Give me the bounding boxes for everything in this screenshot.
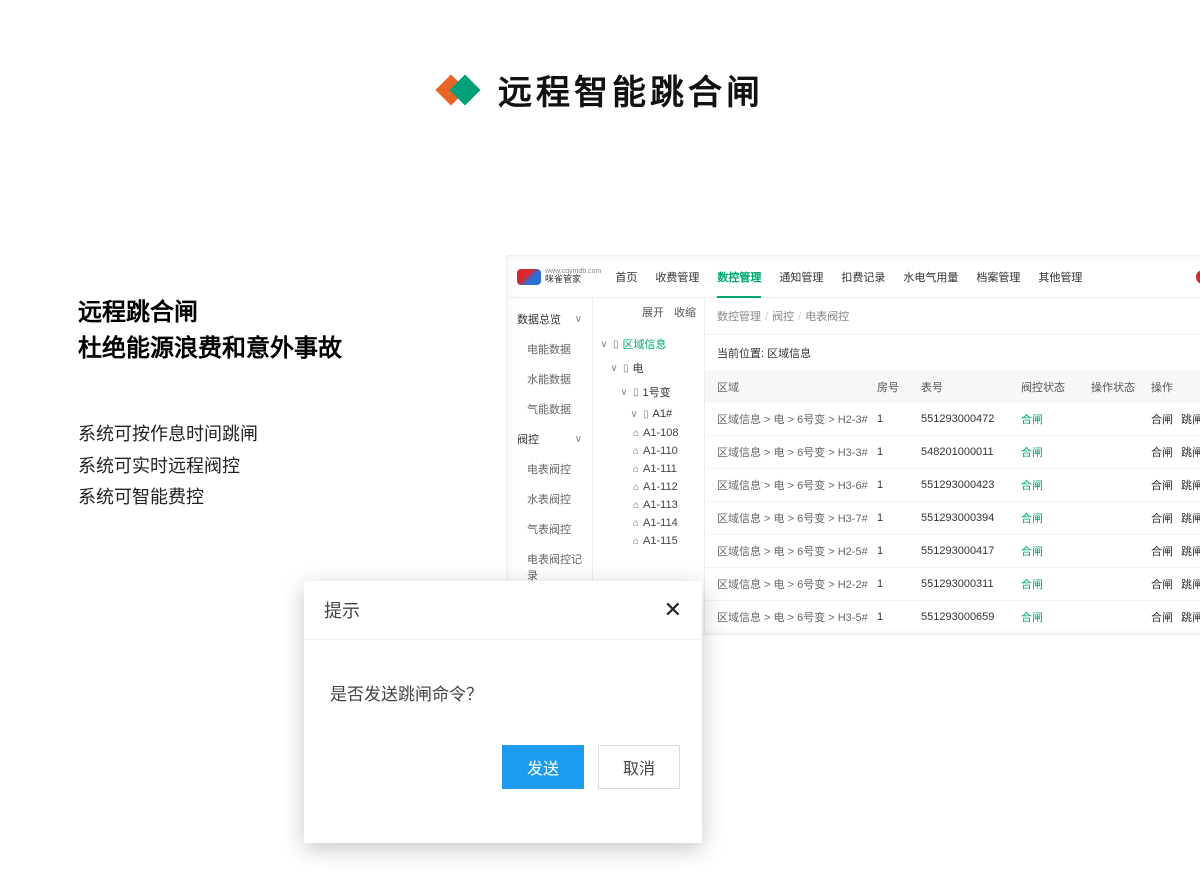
trip-switch-link[interactable]: 跳闸 [1181,576,1200,592]
table-row: 区域信息 > 电 > 6号变 > H3-5#1551293000659合闸合闸跳… [705,601,1200,634]
sidebar-item[interactable]: 气表阀控 [507,514,592,544]
home-icon: ⌂ [633,500,639,511]
tree-leaf[interactable]: ⌂A1-111 [593,460,704,478]
tree-node[interactable]: ∨▯1号变 [593,380,704,404]
trip-switch-link[interactable]: 跳闸 [1181,444,1200,460]
close-icon[interactable]: ✕ [664,597,682,623]
building-icon: ▯ [633,387,639,398]
close-switch-link[interactable]: 合闸 [1151,576,1173,592]
brand-text: www.cqymdb.com咪雀管家 [545,268,601,285]
breadcrumb: 数控管理/阀控/电表阀控 [705,298,1200,335]
tree-leaf[interactable]: ⌂A1-115 [593,532,704,550]
dialog-title: 提示 [324,597,360,623]
mk-line: 系统可按作息时间跳闸 [78,419,342,451]
trip-switch-link[interactable]: 跳闸 [1181,543,1200,559]
logo-icon [436,74,480,106]
cancel-button[interactable]: 取消 [598,745,680,789]
home-icon: ⌂ [633,464,639,475]
mk-h1-line2: 杜绝能源浪费和意外事故 [78,335,342,362]
nav-item[interactable]: 其他管理 [1038,256,1082,298]
mk-h1-line1: 远程跳合闸 [78,299,198,326]
top-nav: www.cqymdb.com咪雀管家 首页收费管理数控管理通知管理扣费记录水电气… [507,256,1200,298]
table-header: 区域 房号 表号 阀控状态 操作状态 操作 [705,371,1200,403]
tree-node-root[interactable]: ∨▯区域信息 [593,332,704,356]
close-switch-link[interactable]: 合闸 [1151,411,1173,427]
nav-item[interactable]: 扣费记录 [841,256,885,298]
tree-leaf[interactable]: ⌂A1-114 [593,514,704,532]
tree-node[interactable]: ∨▯A1# [593,404,704,424]
sidebar-item[interactable]: 电能数据 [507,334,592,364]
home-icon: ⌂ [633,446,639,457]
close-switch-link[interactable]: 合闸 [1151,609,1173,625]
close-switch-link[interactable]: 合闸 [1151,543,1173,559]
trip-switch-link[interactable]: 跳闸 [1181,510,1200,526]
home-icon: ⌂ [633,536,639,547]
dialog-body: 是否发送跳闸命令？ [304,640,702,745]
table-row: 区域信息 > 电 > 6号变 > H2-3#1551293000472合闸合闸跳… [705,403,1200,436]
confirm-dialog: 提示 ✕ 是否发送跳闸命令？ 发送 取消 [304,581,702,843]
brand[interactable]: www.cqymdb.com咪雀管家 [517,268,601,285]
trip-switch-link[interactable]: 跳闸 [1181,477,1200,493]
folder-icon: ▯ [613,339,619,350]
app-screenshot: www.cqymdb.com咪雀管家 首页收费管理数控管理通知管理扣费记录水电气… [506,255,1200,635]
close-switch-link[interactable]: 合闸 [1151,444,1173,460]
tree-expand-all[interactable]: 展开 [642,304,664,320]
home-icon: ⌂ [633,428,639,439]
chevron-down-icon: ∨ [575,434,582,445]
page-title: 远程智能跳合闸 [498,65,764,114]
folder-icon: ▯ [643,409,649,420]
tree-leaf[interactable]: ⌂A1-112 [593,478,704,496]
sidebar-item[interactable]: 气能数据 [507,394,592,424]
nav-item[interactable]: 水电气用量 [903,256,958,298]
table-row: 区域信息 > 电 > 6号变 > H3-7#1551293000394合闸合闸跳… [705,502,1200,535]
table-row: 区域信息 > 电 > 6号变 > H3-6#1551293000423合闸合闸跳… [705,469,1200,502]
mk-line: 系统可智能费控 [78,482,342,514]
notification-badge-icon[interactable] [1196,270,1200,284]
main-panel: 数控管理/阀控/电表阀控 当前位置: 区域信息 区域 房号 表号 阀控状态 操作… [705,298,1200,634]
tree-leaf[interactable]: ⌂A1-110 [593,442,704,460]
table-row: 区域信息 > 电 > 6号变 > H2-2#1551293000311合闸合闸跳… [705,568,1200,601]
nav-item[interactable]: 通知管理 [779,256,823,298]
sidebar-group[interactable]: 数据总览∨ [507,304,592,334]
pagination: 上一页 12345...15 下一页 共 286 条 20 条/页 ⟳ 到第 页… [705,634,1200,635]
close-switch-link[interactable]: 合闸 [1151,510,1173,526]
close-switch-link[interactable]: 合闸 [1151,477,1173,493]
sidebar-item[interactable]: 水表阀控 [507,484,592,514]
sidebar-item[interactable]: 水能数据 [507,364,592,394]
tree-leaf[interactable]: ⌂A1-113 [593,496,704,514]
current-location: 当前位置: 区域信息 [705,335,1200,371]
tree-leaf[interactable]: ⌂A1-108 [593,424,704,442]
home-icon: ⌂ [633,482,639,493]
tree-collapse-all[interactable]: 收缩 [674,304,696,320]
nav-item[interactable]: 收费管理 [655,256,699,298]
send-button[interactable]: 发送 [502,745,584,789]
sidebar-item[interactable]: 电表阀控 [507,454,592,484]
nav-item[interactable]: 数控管理 [717,256,761,298]
trip-switch-link[interactable]: 跳闸 [1181,411,1200,427]
table-row: 区域信息 > 电 > 6号变 > H3-3#1548201000011合闸合闸跳… [705,436,1200,469]
sidebar-group[interactable]: 阀控∨ [507,424,592,454]
trip-switch-link[interactable]: 跳闸 [1181,609,1200,625]
brand-icon [517,269,541,285]
home-icon: ⌂ [633,518,639,529]
tree-node[interactable]: ∨▯电 [593,356,704,380]
folder-icon: ▯ [623,363,629,374]
marketing-copy: 远程跳合闸杜绝能源浪费和意外事故 系统可按作息时间跳闸 系统可实时远程阀控 系统… [78,295,342,514]
nav-item[interactable]: 首页 [615,256,637,298]
mk-line: 系统可实时远程阀控 [78,451,342,483]
chevron-down-icon: ∨ [575,314,582,325]
nav-item[interactable]: 档案管理 [976,256,1020,298]
table-row: 区域信息 > 电 > 6号变 > H2-5#1551293000417合闸合闸跳… [705,535,1200,568]
